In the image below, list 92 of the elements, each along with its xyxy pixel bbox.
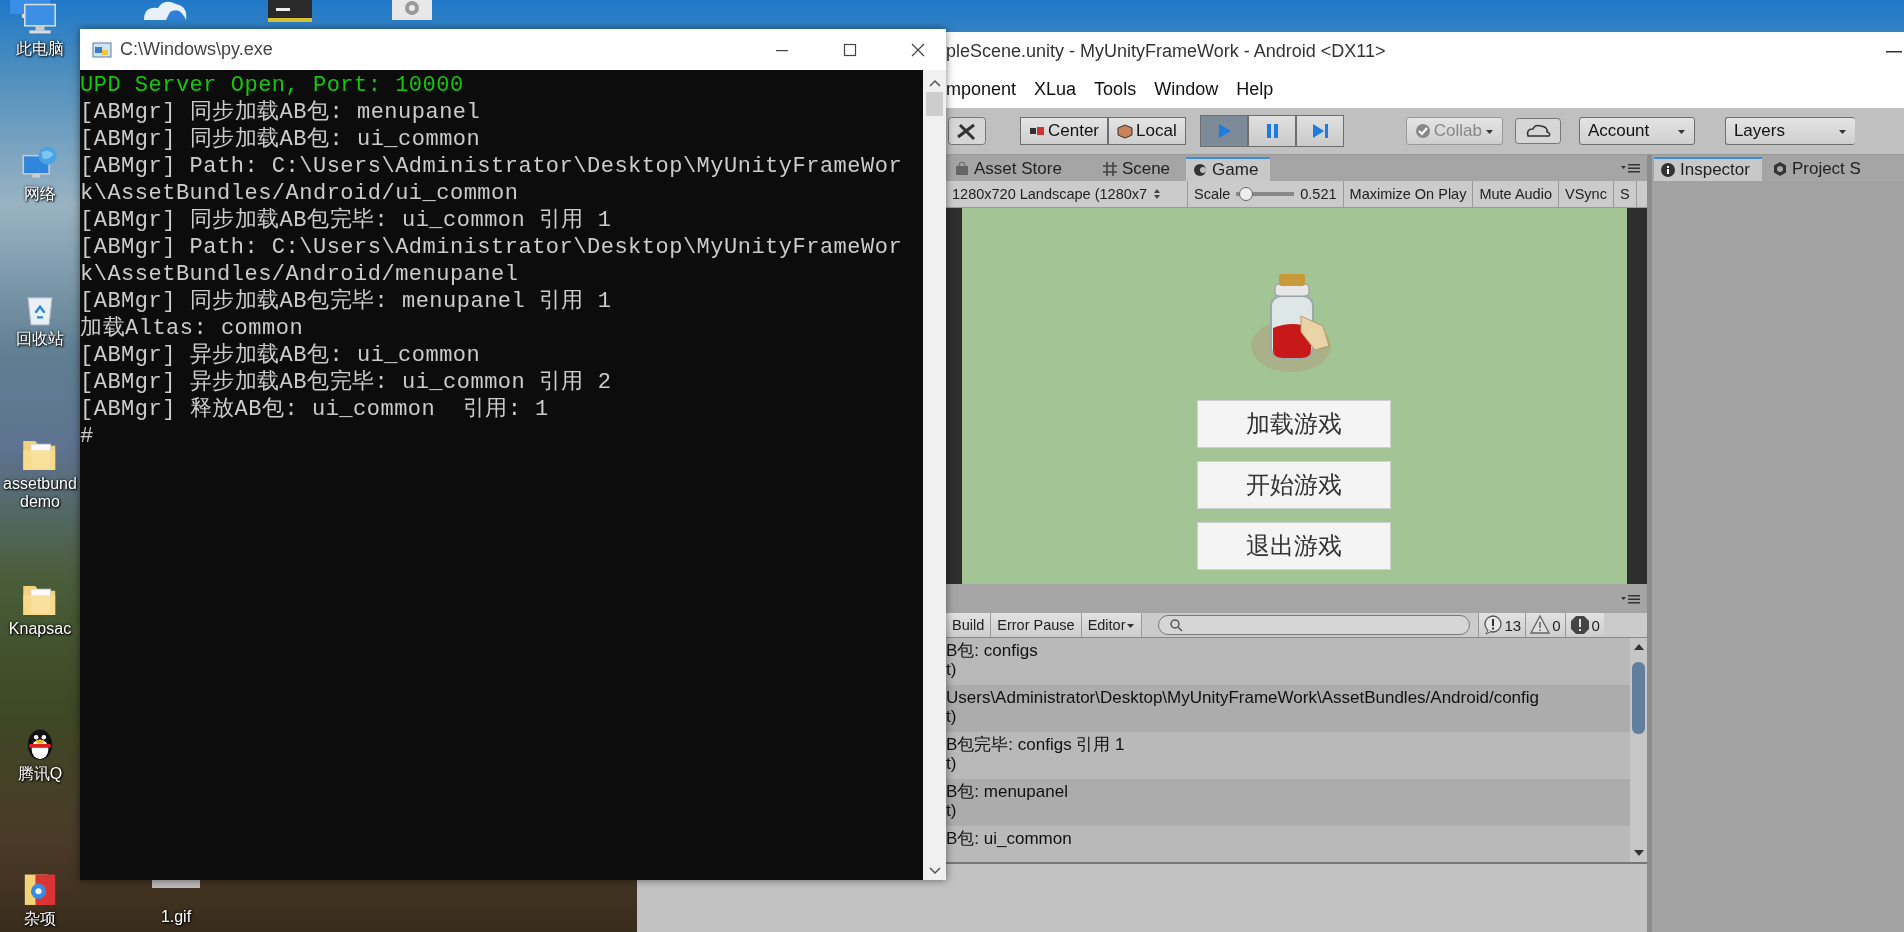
search-icon [1168,618,1183,632]
console-line: [ABMgr] 同步加载AB包: ui_common [80,126,482,153]
menu-button[interactable]: 开始游戏 [1197,461,1391,509]
toolbar-toggle[interactable]: S [1613,181,1637,207]
panel-tab[interactable]: Asset Store [948,157,1092,181]
menu-item[interactable]: Window [1154,78,1219,100]
speech-bubble-icon [1482,615,1503,635]
slider-thumb[interactable] [1238,187,1253,201]
panel-tab[interactable]: Game [1186,157,1271,181]
log-entry[interactable]: B包完毕: configs 引用 1 t) [946,732,1630,779]
scroll-down-icon[interactable] [1632,848,1645,858]
pivot-button[interactable]: Center [1020,117,1109,145]
console-line: [ABMgr] 释放AB包: ui_common 引用: 1 [80,396,550,423]
console-line: UPD Server Open, Port: 10000 [80,72,465,99]
check-icon [1414,123,1431,139]
warning-icon [1530,615,1551,635]
menu-item[interactable]: Tools [1094,78,1137,100]
log-entry[interactable]: B包: configs t) [946,638,1630,685]
icon-label[interactable]: assetbund [3,475,77,493]
cube-icon [1117,123,1134,139]
hexagon-icon [1771,161,1788,177]
layers-dropdown[interactable]: Layers [1724,117,1855,145]
menu-item[interactable]: XLua [1034,78,1077,100]
toolbar-toggle[interactable]: VSync [1559,181,1614,207]
panel-tab[interactable]: Project S [1765,157,1873,181]
pause-button[interactable] [1247,115,1296,147]
icon-label[interactable]: demo [20,493,60,511]
info-icon [1660,162,1676,178]
scrollbar[interactable] [1630,638,1647,862]
cloud-icon[interactable] [1514,118,1561,144]
console-line: [ABMgr] Path: C:\Users\Administrator\Desktop\MyUnityFrameWor [80,153,904,180]
scroll-up-icon[interactable] [1632,642,1645,652]
up-down-arrows-icon [1153,188,1162,200]
log-entry[interactable]: B包: ui_common [946,826,1630,862]
menu-button[interactable]: 加载游戏 [1197,400,1391,448]
console-line: 加载Altas: common [80,315,305,342]
close-icon[interactable] [910,41,926,58]
terminal-icon [268,0,312,22]
log-entry[interactable]: B包: menupanel t) [946,779,1630,826]
caret-icon [1125,621,1135,630]
menu-button[interactable]: 退出游戏 [1197,522,1391,570]
terminal-app-icon [92,40,112,59]
log-count-toggle[interactable]: 0 [1525,613,1565,637]
icon-label[interactable]: 杂项 [24,910,56,928]
icon-label[interactable]: 回收站 [16,330,64,348]
panel-tab[interactable]: Scene [1095,157,1183,181]
panel-tab[interactable]: Inspector [1654,157,1762,181]
account-dropdown[interactable]: Account [1578,117,1695,145]
grid-icon [1101,161,1118,177]
tools-icon[interactable] [948,117,986,145]
scrollbar-thumb[interactable] [926,92,943,116]
toolbar-toggle[interactable]: Error Pause [991,613,1082,637]
gear-icon [392,0,432,20]
window-title: C:\Windows\py.exe [120,39,273,60]
console-line: [ABMgr] 同步加载AB包完毕: menupanel 引用 1 [80,288,613,315]
console-line: [ABMgr] Path: C:\Users\Administrator\Desktop\MyUnityFrameWor [80,234,904,261]
panel-menu-icon[interactable] [1621,592,1641,605]
log-entry[interactable]: Users\Administrator\Desktop\MyUnityFrameWork\AssetBundles/Android/config t) [946,685,1630,732]
pacman-icon [1192,162,1209,178]
window-title: pleScene.unity - MyUnityFrameWork - Android <DX11> [946,40,1386,62]
bag-icon [954,161,970,177]
menu-item[interactable]: Help [1236,78,1274,100]
console-line: k\AssetBundles/Android/ui_common [80,180,520,207]
scale-value: 0.521 [1300,186,1337,202]
toolbar-toggle[interactable]: Mute Audio [1473,181,1559,207]
editor-dropdown[interactable]: Editor [1081,613,1142,637]
scale-label: Scale [1194,186,1231,202]
console-line: k\AssetBundles/Android/menupanel [80,261,520,288]
console-line: [ABMgr] 异步加载AB包完毕: ui_common 引用 2 [80,369,613,396]
console-line: [ABMgr] 同步加载AB包: menupanel [80,99,482,126]
search-field[interactable] [1157,615,1470,635]
scrollbar-thumb[interactable] [1632,662,1645,734]
toolbar-toggle[interactable]: Maximize On Play [1343,181,1474,207]
scrollbar[interactable] [923,70,946,880]
icon-label[interactable]: Knapsac [8,620,72,638]
scroll-up-icon[interactable] [927,78,942,88]
space-button[interactable]: Local [1108,117,1186,145]
error-icon [1569,615,1590,635]
step-button[interactable] [1295,115,1344,147]
console-line: [ABMgr] 异步加载AB包: ui_common [80,342,482,369]
menu-item[interactable]: mponent [946,78,1017,100]
icon-label[interactable]: 腾讯Q [17,765,63,783]
log-count-toggle[interactable]: 0 [1564,613,1604,637]
icon-label[interactable]: 1.gif [160,908,192,926]
console-line: [ABMgr] 同步加载AB包完毕: ui_common 引用 1 [80,207,613,234]
scroll-down-icon[interactable] [927,866,942,876]
toolbar-toggle[interactable]: Build [946,613,992,637]
panel-menu-icon[interactable] [1621,162,1641,174]
icon-label[interactable]: 此电脑 [16,40,64,58]
maximize-icon[interactable] [842,41,858,58]
log-count-toggle[interactable]: 13 [1477,613,1526,637]
console-line: # [80,423,95,450]
